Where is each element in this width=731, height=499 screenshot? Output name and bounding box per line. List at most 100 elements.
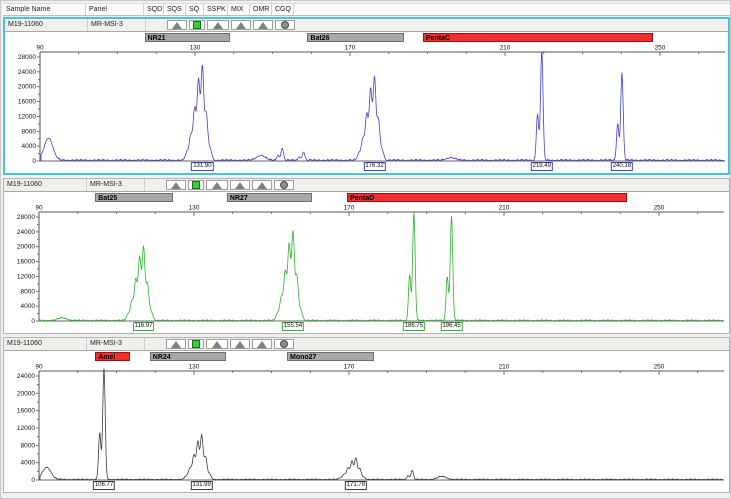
marker-bar-amel: Amel	[95, 352, 130, 361]
flag-box-cgq[interactable]	[275, 20, 295, 30]
flag-cell-sqd	[145, 179, 165, 191]
flag-cell-omr[interactable]	[251, 338, 273, 350]
flag-box-mix[interactable]	[231, 20, 251, 30]
flag-cell-omr[interactable]	[252, 19, 274, 31]
flag-box-sqs[interactable]	[167, 20, 187, 30]
col-header-sample-name: Sample Name	[3, 4, 86, 15]
warning-triangle-icon	[171, 341, 181, 348]
sample-name: M19-11060	[4, 179, 87, 191]
flag-cell-sspk[interactable]	[205, 338, 229, 350]
y-tick-label: 8000	[22, 128, 37, 135]
marker-bar-mono27: Mono27	[287, 352, 374, 361]
flag-cell-sq[interactable]	[187, 338, 205, 350]
sample-row[interactable]: M19-11060MR-MSI-3	[4, 338, 729, 351]
flag-box-sspk[interactable]	[207, 20, 229, 30]
flag-box-mix[interactable]	[230, 339, 250, 349]
electropherogram-plot[interactable]: Bat25NR27PentaD9013017021025040008000120…	[4, 192, 729, 333]
warning-triangle-icon	[257, 182, 267, 189]
electropherogram-plot[interactable]: AmelNR24Mono2790130170210250400080001200…	[4, 351, 729, 492]
peak-size-label: 171.78	[345, 481, 367, 490]
warning-triangle-icon	[212, 182, 222, 189]
y-tick-label: 20000	[17, 390, 35, 397]
flag-cell-sqs[interactable]	[165, 179, 187, 191]
y-tick-label: 16000	[18, 99, 36, 106]
y-tick-label: 4000	[21, 303, 36, 310]
quality-circle-icon	[280, 340, 288, 348]
x-tick-label: 170	[345, 45, 356, 52]
flag-box-mix[interactable]	[230, 180, 250, 190]
quality-circle-icon	[281, 21, 289, 29]
pass-square-icon	[192, 181, 200, 189]
y-tick-label: 16000	[17, 259, 35, 266]
flag-box-cgq[interactable]	[274, 180, 294, 190]
flag-cell-cgq[interactable]	[274, 19, 296, 31]
table-header: Sample Name Panel SQD SQS SQ SSPK MIX OM…	[3, 3, 730, 16]
y-tick-label: 20000	[18, 84, 36, 91]
trace-panel-1[interactable]: M19-11060MR-MSI-3NR21Bat26PentaC90130170…	[3, 17, 730, 175]
warning-triangle-icon	[235, 341, 245, 348]
peak-size-label: 219.49	[531, 162, 553, 171]
y-tick-label: 24000	[17, 373, 35, 380]
trace-panel-2[interactable]: M19-11060MR-MSI-3Bat25NR27PentaD90130170…	[3, 178, 730, 334]
warning-triangle-icon	[172, 22, 182, 29]
trace-svg: 9013017021025040008000120001600020000240…	[4, 362, 731, 492]
flag-cell-omr[interactable]	[251, 179, 273, 191]
peak-size-label: 116.97	[133, 322, 155, 331]
flag-box-sqs[interactable]	[166, 339, 186, 349]
flag-cell-sqs[interactable]	[165, 338, 187, 350]
sample-row[interactable]: M19-11060MR-MSI-3	[4, 179, 729, 192]
peak-size-label: 131.90	[191, 162, 213, 171]
flag-box-sq[interactable]	[188, 339, 204, 349]
flag-box-cgq[interactable]	[274, 339, 294, 349]
flag-cell-sqs[interactable]	[166, 19, 188, 31]
marker-bar-bat25: Bat25	[95, 193, 173, 202]
sample-name: M19-11060	[5, 19, 88, 31]
flag-box-omr[interactable]	[253, 20, 273, 30]
y-tick-label: 4000	[21, 460, 36, 467]
peak-size-label: 106.77	[93, 481, 115, 490]
flag-box-omr[interactable]	[252, 339, 272, 349]
x-tick-label: 210	[500, 45, 511, 52]
col-header-sqs: SQS	[164, 4, 186, 15]
flag-cell-cgq[interactable]	[273, 338, 295, 350]
flag-cell-mix[interactable]	[229, 338, 251, 350]
x-tick-label: 250	[655, 45, 666, 52]
x-tick-label: 250	[654, 205, 665, 212]
flag-box-omr[interactable]	[252, 180, 272, 190]
panel-name: MR-MSI-3	[87, 179, 145, 191]
x-tick-label: 210	[499, 205, 510, 212]
x-tick-label: 90	[35, 364, 43, 371]
flag-box-sq[interactable]	[188, 180, 204, 190]
flag-cell-sspk[interactable]	[206, 19, 230, 31]
col-header-mix: MIX	[228, 4, 250, 15]
electropherogram-plot[interactable]: NR21Bat26PentaC9013017021025040008000120…	[5, 32, 728, 173]
warning-triangle-icon	[213, 22, 223, 29]
warning-triangle-icon	[212, 341, 222, 348]
trace-panel-3[interactable]: M19-11060MR-MSI-3AmelNR24Mono27901301702…	[3, 337, 730, 493]
marker-bar-nr21: NR21	[145, 33, 230, 42]
y-tick-label: 8000	[21, 442, 36, 449]
flag-cell-mix[interactable]	[229, 179, 251, 191]
flag-cell-sq[interactable]	[188, 19, 206, 31]
flag-cell-sspk[interactable]	[205, 179, 229, 191]
x-tick-label: 170	[344, 205, 355, 212]
flag-cell-sqd	[145, 338, 165, 350]
y-tick-label: 12000	[17, 425, 35, 432]
electropherogram-panels: M19-11060MR-MSI-3NR21Bat26PentaC90130170…	[3, 17, 730, 496]
flag-box-sspk[interactable]	[206, 339, 228, 349]
flag-box-sqs[interactable]	[166, 180, 186, 190]
col-header-sqd: SQD	[144, 4, 164, 15]
y-tick-label: 20000	[17, 244, 35, 251]
col-header-sq: SQ	[186, 4, 204, 15]
flag-cell-cgq[interactable]	[273, 179, 295, 191]
y-tick-label: 4000	[22, 143, 37, 150]
sample-row[interactable]: M19-11060MR-MSI-3	[5, 19, 728, 32]
x-tick-label: 90	[35, 205, 43, 212]
peak-size-label: 240.18	[611, 162, 633, 171]
flag-cell-mix[interactable]	[230, 19, 252, 31]
y-tick-label: 8000	[21, 288, 36, 295]
y-tick-label: 12000	[17, 273, 35, 280]
flag-cell-sq[interactable]	[187, 179, 205, 191]
flag-box-sq[interactable]	[189, 20, 205, 30]
flag-box-sspk[interactable]	[206, 180, 228, 190]
